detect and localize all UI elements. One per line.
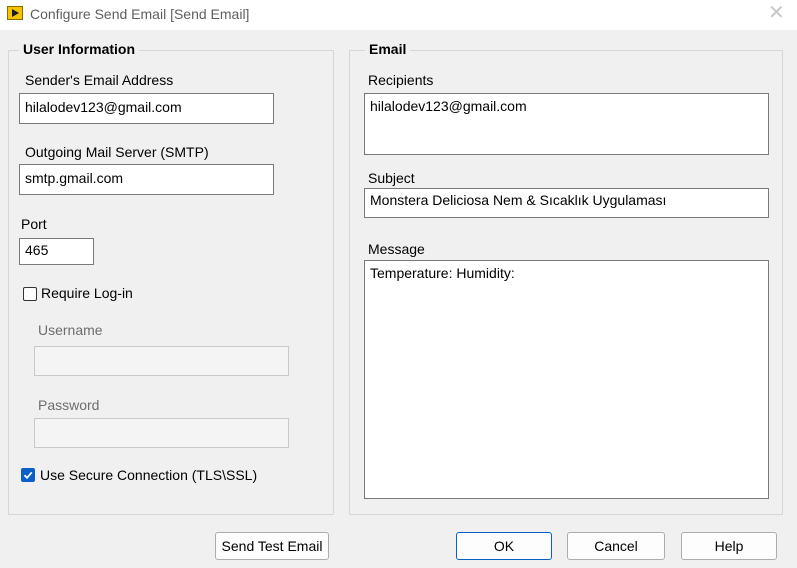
help-button[interactable]: Help bbox=[681, 532, 777, 560]
secure-connection-label[interactable]: Use Secure Connection (TLS\SSL) bbox=[40, 467, 257, 483]
port-label: Port bbox=[21, 216, 47, 232]
email-title: Email bbox=[365, 41, 411, 57]
port-field[interactable]: 465 bbox=[19, 238, 94, 265]
require-login-checkbox[interactable] bbox=[23, 287, 37, 301]
subject-label: Subject bbox=[368, 170, 415, 186]
password-field[interactable] bbox=[34, 418, 289, 448]
close-icon[interactable]: ✕ bbox=[768, 3, 785, 23]
require-login-label[interactable]: Require Log-in bbox=[41, 285, 133, 301]
cancel-button[interactable]: Cancel bbox=[567, 532, 665, 560]
smtp-server-field[interactable]: smtp.gmail.com bbox=[19, 164, 274, 195]
message-field[interactable]: Temperature: Humidity: bbox=[364, 260, 769, 499]
recipients-label: Recipients bbox=[368, 72, 434, 88]
ok-button[interactable]: OK bbox=[456, 532, 552, 560]
secure-connection-checkbox[interactable] bbox=[21, 468, 35, 482]
sender-email-label: Sender's Email Address bbox=[25, 72, 174, 88]
username-label: Username bbox=[38, 322, 103, 338]
message-label: Message bbox=[368, 241, 425, 257]
subject-field[interactable]: Monstera Deliciosa Nem & Sıcaklık Uygula… bbox=[364, 188, 769, 218]
smtp-server-label: Outgoing Mail Server (SMTP) bbox=[25, 144, 209, 160]
password-label: Password bbox=[38, 397, 100, 413]
window-title: Configure Send Email [Send Email] bbox=[30, 6, 250, 22]
labview-run-icon bbox=[7, 6, 23, 20]
user-information-title: User Information bbox=[19, 41, 140, 57]
username-field[interactable] bbox=[34, 346, 289, 376]
checkmark-icon bbox=[23, 471, 33, 480]
send-test-email-button[interactable]: Send Test Email bbox=[215, 532, 329, 560]
recipients-field[interactable]: hilalodev123@gmail.com bbox=[364, 93, 769, 155]
sender-email-field[interactable]: hilalodev123@gmail.com bbox=[19, 93, 274, 124]
